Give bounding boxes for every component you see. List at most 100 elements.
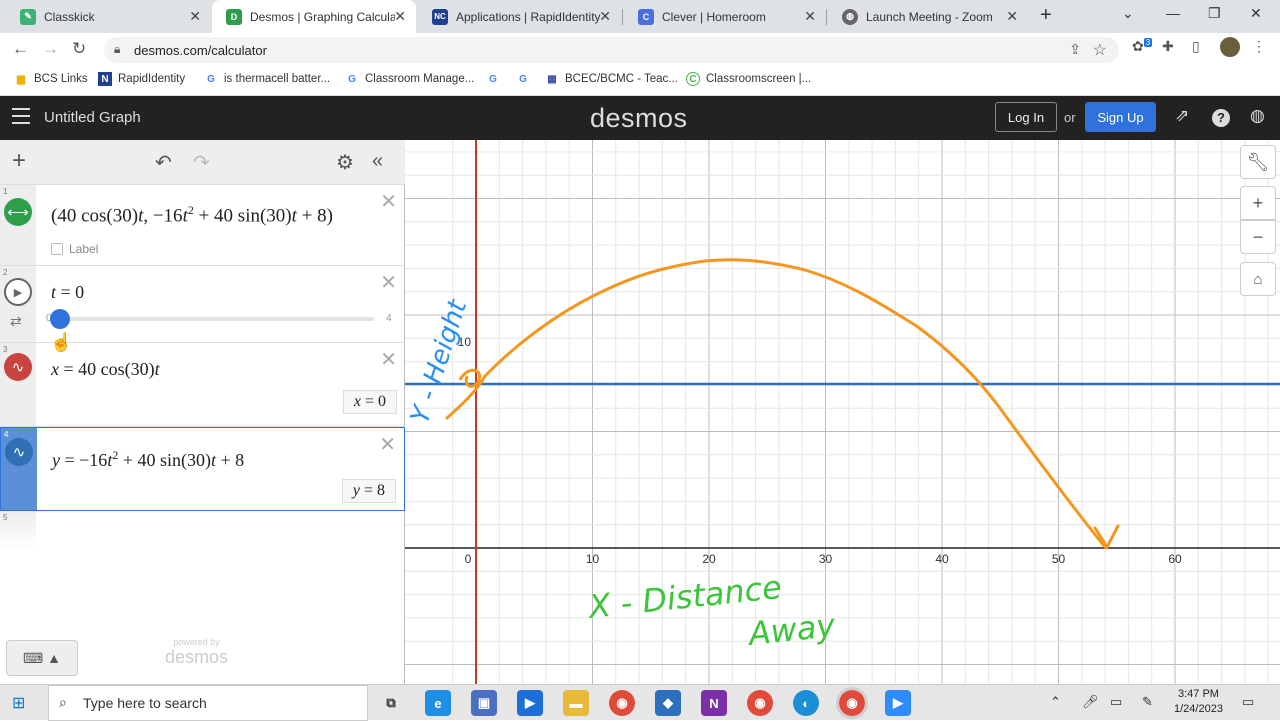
chrome-icon-2[interactable]: ◉: [747, 690, 773, 716]
delete-expression-icon[interactable]: ✕: [380, 347, 397, 372]
powered-by-desmos[interactable]: powered by desmos: [165, 637, 228, 668]
sidepanel-icon[interactable]: ▯: [1192, 38, 1200, 55]
expression-row-4[interactable]: 4 ∿ y = −16t2 + 40 sin(30)t + 8 ✕ y = 8: [0, 427, 405, 511]
redo-icon[interactable]: ↷: [193, 150, 210, 175]
hamburger-menu-icon[interactable]: [12, 108, 30, 124]
label-checkbox-text: Label: [69, 242, 99, 256]
expression-math[interactable]: y = −16t2 + 40 sin(30)t + 8: [52, 448, 244, 471]
delete-expression-icon[interactable]: ✕: [380, 189, 397, 214]
close-icon[interactable]: ✕: [189, 8, 201, 25]
expression-math[interactable]: x = 40 cos(30)t: [51, 359, 160, 380]
delete-expression-icon[interactable]: ✕: [379, 432, 396, 457]
add-expression-icon[interactable]: +: [12, 147, 26, 175]
evaluation-box: x = 0: [342, 390, 397, 414]
internet-explorer-icon[interactable]: e: [425, 690, 451, 716]
graph-title[interactable]: Untitled Graph: [44, 109, 141, 126]
app-icon[interactable]: ◆: [655, 690, 681, 716]
battery-icon[interactable]: ▭: [1110, 694, 1122, 710]
slider-handle[interactable]: [50, 309, 70, 329]
bookmark-google-1[interactable]: G: [486, 72, 506, 86]
maximize-button[interactable]: ❐: [1208, 5, 1221, 22]
expression-math[interactable]: (40 cos(30)t, −16t2 + 40 sin(30)t + 8): [51, 203, 333, 227]
zoom-app-icon[interactable]: ▶: [885, 690, 911, 716]
taskbar-clock[interactable]: 3:47 PM 1/24/2023: [1174, 687, 1223, 717]
avatar[interactable]: [1220, 37, 1240, 57]
language-globe-icon[interactable]: ◍: [1250, 106, 1265, 126]
extension-icon[interactable]: ✿ 3: [1132, 38, 1153, 55]
close-icon[interactable]: ✕: [1006, 8, 1018, 25]
bookmark-bcec[interactable]: ▦ BCEC/BCMC - Teac...: [545, 72, 678, 86]
tab-search-icon[interactable]: ⌄: [1122, 5, 1134, 22]
windows-start-icon[interactable]: ⊞: [12, 693, 25, 713]
expression-row-2[interactable]: 2 ▶ ⇄ t = 0 ✕ 0 4 ☝: [0, 266, 405, 352]
bookmark-classroomscreen[interactable]: C Classroomscreen |...: [686, 72, 811, 86]
edge-icon[interactable]: ◐: [793, 690, 819, 716]
tab-clever[interactable]: C Clever | Homeroom ✕: [624, 0, 826, 33]
bookmark-bcs-links[interactable]: ▆ BCS Links: [14, 72, 88, 86]
onenote-icon[interactable]: N: [701, 690, 727, 716]
task-view-icon[interactable]: ⧉: [378, 690, 404, 716]
undo-icon[interactable]: ↶: [155, 150, 172, 175]
slider-expression[interactable]: t = 0: [51, 282, 84, 303]
reload-icon[interactable]: ↻: [72, 39, 86, 59]
minimize-button[interactable]: —: [1166, 5, 1180, 21]
graph-settings-wrench-icon[interactable]: 🔧︎: [1240, 145, 1276, 179]
share-graph-icon[interactable]: ⇗: [1175, 106, 1189, 126]
pen-icon[interactable]: ✎: [1142, 694, 1153, 710]
chrome-icon[interactable]: ◉: [609, 690, 635, 716]
puzzle-icon[interactable]: ✚: [1162, 38, 1174, 55]
tab-rapididentity[interactable]: NC Applications | RapidIdentity ✕: [418, 0, 621, 33]
close-icon[interactable]: ✕: [394, 8, 406, 25]
tab-zoom[interactable]: ◍ Launch Meeting - Zoom ✕: [828, 0, 1028, 33]
tab-classkick[interactable]: ✎ Classkick ✕: [6, 0, 211, 33]
tab-desmos[interactable]: D Desmos | Graphing Calculato ✕: [212, 0, 416, 33]
bookmark-star-icon[interactable]: ☆: [1093, 40, 1107, 60]
microphone-icon[interactable]: 🎤︎: [1082, 694, 1099, 710]
slider-max[interactable]: 4: [386, 313, 392, 324]
signup-button[interactable]: Sign Up: [1085, 102, 1156, 132]
play-icon[interactable]: ▶: [4, 278, 32, 306]
search-icon: ⌕: [59, 694, 67, 710]
taskbar-search-box[interactable]: ⌕ Type here to search: [48, 685, 368, 721]
zoom-in-button[interactable]: +: [1240, 186, 1276, 220]
collapse-panel-icon[interactable]: «: [372, 150, 383, 173]
expression-row-3[interactable]: 3 ∿ x = 40 cos(30)t ✕ x = 0: [0, 343, 405, 427]
slider-track[interactable]: [58, 317, 374, 321]
url-bar[interactable]: 🔒︎ desmos.com/calculator ⇪ ☆: [104, 37, 1119, 63]
forward-icon[interactable]: →: [42, 39, 59, 59]
share-icon[interactable]: ⇪: [1069, 41, 1081, 58]
zoom-out-button[interactable]: −: [1240, 220, 1276, 254]
graph-svg[interactable]: 0 10 20 30 40 50 6010 Y - Height X - Distance …: [405, 140, 1280, 684]
close-icon[interactable]: ✕: [804, 8, 816, 25]
close-window-button[interactable]: ✕: [1250, 5, 1262, 22]
label-checkbox[interactable]: [51, 243, 63, 255]
bookmark-classroom-manage[interactable]: G Classroom Manage...: [345, 72, 474, 86]
graph-canvas[interactable]: 0 10 20 30 40 50 60 10 Y - Height X - Distance …: [405, 140, 1280, 684]
settings-gear-icon[interactable]: ⚙: [336, 150, 354, 175]
bookmark-thermacell[interactable]: Gis thermacell batter...: [204, 72, 330, 86]
help-icon[interactable]: ?: [1212, 109, 1230, 127]
back-icon[interactable]: ←: [12, 39, 29, 59]
file-explorer-icon[interactable]: ▬: [563, 690, 589, 716]
home-zoom-icon[interactable]: ⌂: [1240, 262, 1276, 296]
bookmark-google-2[interactable]: G: [516, 72, 536, 86]
login-button[interactable]: Log In: [995, 102, 1057, 132]
close-icon[interactable]: ✕: [599, 8, 611, 25]
wave-color-icon[interactable]: ∿: [4, 353, 32, 381]
new-tab-button[interactable]: +: [1040, 4, 1052, 27]
point-animation-icon[interactable]: ⟷: [4, 198, 32, 226]
delete-expression-icon[interactable]: ✕: [380, 270, 397, 295]
wave-color-icon[interactable]: ∿: [5, 438, 33, 466]
store-icon[interactable]: ▣: [471, 690, 497, 716]
keyboard-toggle-button[interactable]: ⌨ ▲: [6, 640, 78, 676]
menu-icon[interactable]: ⋮: [1252, 38, 1266, 55]
bookmark-rapididentity[interactable]: N RapidIdentity: [98, 72, 185, 86]
notifications-icon[interactable]: ▭: [1242, 694, 1254, 710]
chrome-active-icon[interactable]: ◉: [836, 687, 868, 719]
tray-chevron-icon[interactable]: ⌃: [1050, 694, 1061, 710]
video-icon[interactable]: ▶: [517, 690, 543, 716]
expression-row-5[interactable]: 5: [0, 511, 405, 551]
desmos-header: Untitled Graph desmos Log In or Sign Up …: [0, 96, 1280, 140]
expression-row-1[interactable]: 1 ⟷ (40 cos(30)t, −16t2 + 40 sin(30)t + …: [0, 185, 405, 266]
loop-icon[interactable]: ⇄: [10, 313, 22, 330]
